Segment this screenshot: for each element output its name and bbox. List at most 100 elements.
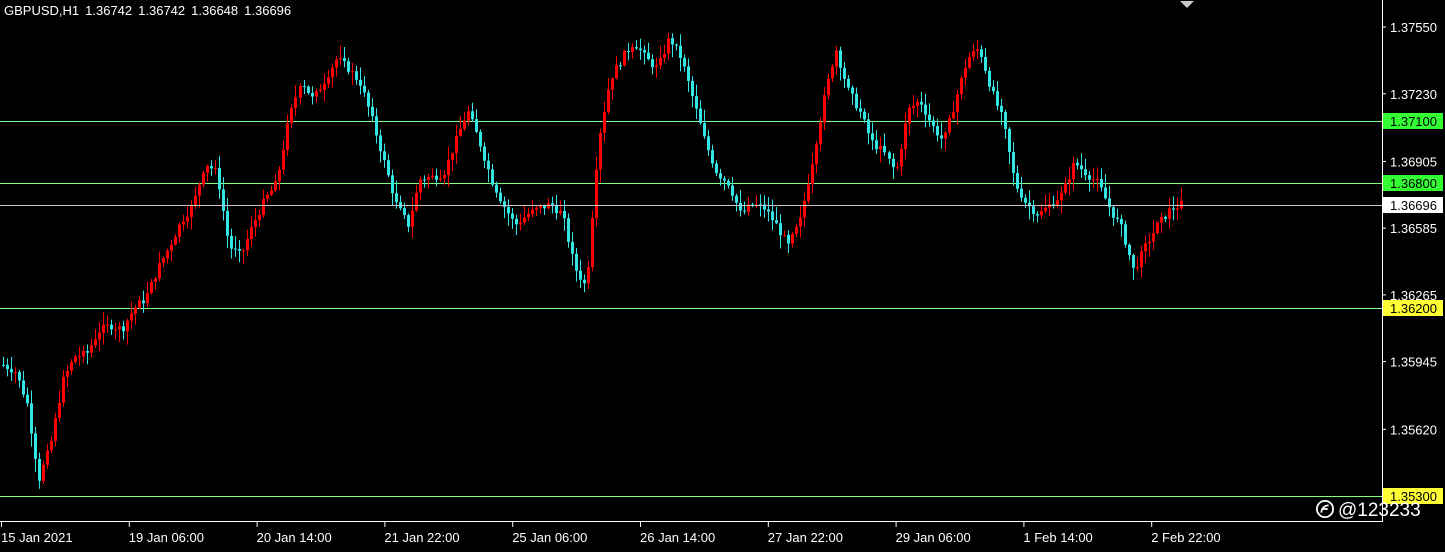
candle — [138, 296, 141, 309]
candle-body — [607, 89, 610, 112]
candle-body — [575, 253, 578, 271]
candle — [823, 87, 826, 130]
candle — [511, 207, 514, 230]
candle-body — [102, 324, 105, 333]
candle — [254, 208, 257, 237]
candle-body — [783, 234, 786, 236]
price-tick-label: 1.37550 — [1390, 20, 1437, 35]
candle-body — [976, 49, 979, 52]
candle-body — [587, 267, 590, 284]
candle-body — [327, 77, 330, 84]
candle-body — [18, 372, 21, 381]
candle-body — [956, 94, 959, 113]
candle-body — [66, 370, 69, 377]
candle-body — [1088, 175, 1091, 180]
candle-body — [323, 83, 326, 90]
candle — [515, 214, 518, 236]
candle-body — [311, 92, 314, 97]
candle — [1120, 214, 1123, 237]
candle-body — [2, 364, 5, 366]
candle-body — [948, 118, 951, 133]
shift-marker-icon[interactable] — [1180, 1, 1194, 8]
candle — [351, 62, 354, 85]
time-tick-label: 26 Jan 14:00 — [640, 530, 715, 545]
candle-body — [735, 195, 738, 203]
candle — [1092, 168, 1095, 188]
candle — [956, 89, 959, 126]
candle-body — [383, 151, 386, 161]
candle — [631, 42, 634, 59]
candle — [699, 100, 702, 125]
candle-body — [960, 77, 963, 95]
candle — [359, 67, 362, 95]
candle-body — [307, 86, 310, 93]
time-tick-label: 21 Jan 22:00 — [384, 530, 459, 545]
candle — [807, 174, 810, 204]
candle-body — [952, 112, 955, 119]
candle-body — [186, 216, 189, 222]
candle-body — [447, 159, 450, 176]
candle-body — [1084, 169, 1087, 176]
candle-body — [559, 210, 562, 214]
candle-body — [996, 91, 999, 106]
candle — [14, 367, 17, 384]
candle-body — [1124, 224, 1127, 245]
candle-body — [150, 281, 153, 294]
candle-body — [904, 123, 907, 150]
candle — [1156, 221, 1159, 235]
candle — [266, 191, 269, 203]
candle — [1116, 208, 1119, 223]
candle-body — [266, 194, 269, 199]
level-price-badge-label: 1.36200 — [1390, 301, 1437, 316]
candle-body — [743, 210, 746, 212]
candle-body — [615, 65, 618, 79]
level-price-badge-label: 1.37100 — [1390, 114, 1437, 129]
candle — [603, 101, 606, 142]
candle-body — [603, 111, 606, 133]
level-price-badge: 1.37100 — [1383, 113, 1443, 129]
candle — [591, 210, 594, 272]
candle-body — [26, 394, 29, 404]
candle-body — [371, 106, 374, 117]
candle — [888, 151, 891, 165]
candle-body — [719, 173, 722, 179]
candle — [70, 359, 73, 375]
candle-body — [928, 114, 931, 121]
candle-body — [70, 361, 73, 371]
candle-body — [839, 50, 842, 68]
candle-body — [395, 193, 398, 203]
candle — [892, 153, 895, 180]
candle — [158, 251, 161, 282]
candle-body — [1076, 162, 1079, 166]
candle — [162, 256, 165, 268]
candle-body — [635, 47, 638, 49]
time-tick-label: 27 Jan 22:00 — [768, 530, 843, 545]
candle-body — [659, 57, 662, 66]
candle-body — [62, 376, 65, 403]
candle-body — [715, 163, 718, 174]
candle-body — [723, 178, 726, 181]
candle — [1144, 235, 1147, 263]
symbol-timeframe: GBPUSD,H1 — [4, 3, 80, 18]
candle-body — [683, 57, 686, 67]
candle-body — [274, 181, 277, 191]
candle — [619, 61, 622, 71]
candle — [1084, 158, 1087, 181]
candle — [863, 108, 866, 123]
candle-body — [691, 80, 694, 97]
candle-body — [427, 177, 430, 181]
candle-body — [202, 172, 205, 185]
candle — [114, 323, 117, 340]
candle — [1080, 153, 1083, 178]
candle — [787, 230, 790, 253]
candle — [294, 85, 297, 117]
candle-body — [34, 433, 37, 459]
candle — [839, 46, 842, 81]
candle-body — [1048, 204, 1051, 208]
candle-body — [727, 180, 730, 186]
candle — [190, 199, 193, 230]
candle-body — [679, 45, 682, 58]
candle-body — [351, 71, 354, 73]
candle-body — [771, 211, 774, 221]
candle — [363, 75, 366, 97]
